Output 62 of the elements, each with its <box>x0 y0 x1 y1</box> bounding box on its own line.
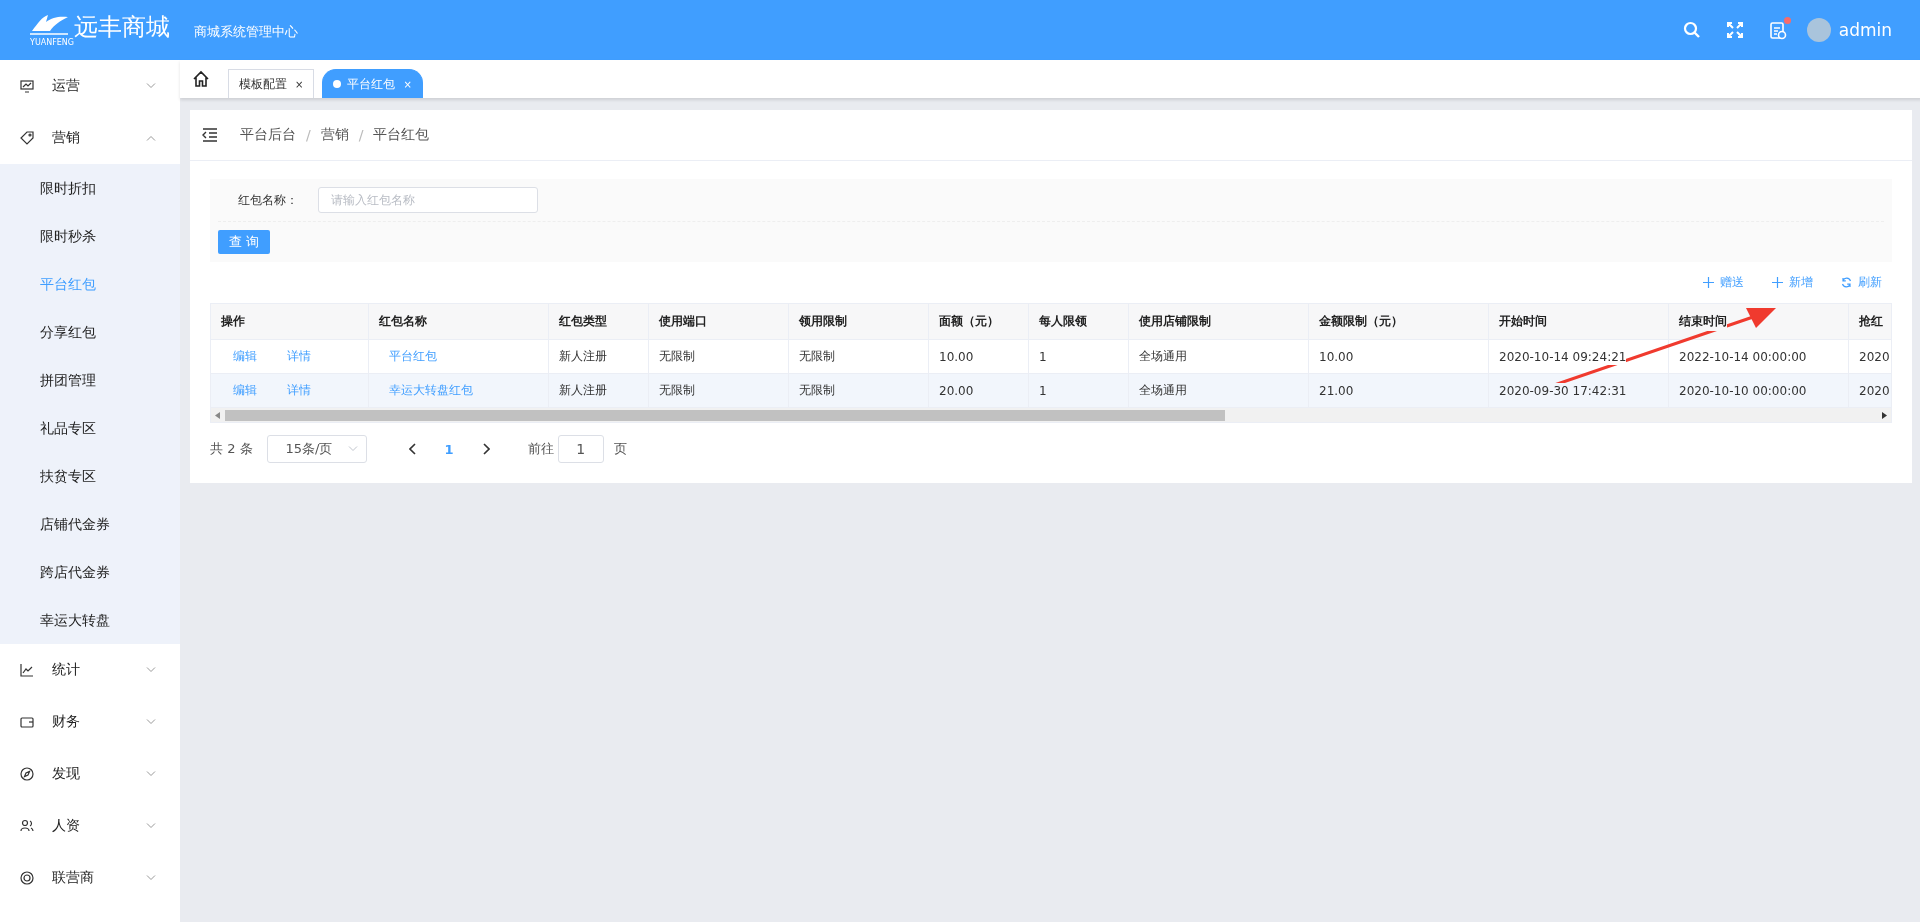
page-size-select[interactable]: 15条/页 <box>266 435 367 463</box>
chevron-icon <box>347 446 358 452</box>
submenu-item[interactable]: 限时秒杀 <box>0 212 180 260</box>
people-icon <box>20 819 34 833</box>
submenu-item[interactable]: 分享红包 <box>0 308 180 356</box>
wallet-icon <box>20 715 34 729</box>
logo-text: 远丰商城 <box>74 13 170 41</box>
submenu-item[interactable]: 限时折扣 <box>0 164 180 212</box>
next-page-icon[interactable] <box>481 443 490 455</box>
chevron-icon <box>146 135 156 141</box>
chevron-icon <box>146 719 156 725</box>
name-input-field[interactable]: 请输入红包名称 <box>318 187 538 213</box>
compass-icon <box>20 767 34 781</box>
menu-item[interactable]: 营销 <box>0 112 180 164</box>
plus-icon <box>1772 277 1783 288</box>
chart-icon <box>20 663 34 677</box>
logo-caption: YUANFENG <box>30 38 76 47</box>
chevron-icon <box>146 667 156 673</box>
submenu-item[interactable]: 幸运大转盘 <box>0 596 180 644</box>
submenu-item[interactable]: 店铺代金券 <box>0 500 180 548</box>
field-label: 红包名称： <box>238 191 299 209</box>
menu-item[interactable]: 财务 <box>0 696 180 748</box>
breadcrumb-separator: / <box>358 127 364 143</box>
menu-item[interactable]: 发现 <box>0 748 180 800</box>
chevron-icon <box>146 875 156 881</box>
breadcrumb-item[interactable]: 平台红包 <box>373 126 430 144</box>
column-header: 结束时间 <box>1679 312 1727 331</box>
goto-label: 前往 <box>527 440 554 458</box>
tab[interactable]: 模板配置 × <box>228 69 315 98</box>
chevron-icon <box>146 771 156 777</box>
menu-item[interactable]: 统计 <box>0 644 180 696</box>
breadcrumb-item[interactable]: 平台后台 <box>240 126 296 144</box>
page-suffix: 页 <box>613 440 627 458</box>
page-input-field[interactable]: 1 <box>557 435 604 463</box>
submenu-item[interactable]: 跨店代金券 <box>0 548 180 596</box>
target-icon <box>20 871 34 885</box>
home-icon[interactable] <box>192 70 210 88</box>
chevron-icon <box>146 823 156 829</box>
search-icon[interactable] <box>1682 21 1701 39</box>
column-header: 每人限领 <box>1039 312 1087 331</box>
chevron-icon <box>146 83 156 89</box>
monitor-icon <box>20 79 34 93</box>
refresh-icon <box>1841 277 1852 288</box>
submenu-item[interactable]: 礼品专区 <box>0 404 180 452</box>
menu-item[interactable]: 联营商 <box>0 852 180 904</box>
submenu-item[interactable]: 拼团管理 <box>0 356 180 404</box>
menu-item[interactable]: 运营 <box>0 60 180 112</box>
tag-icon <box>20 131 34 145</box>
fullscreen-icon[interactable] <box>1726 22 1743 38</box>
scroll-left-icon[interactable] <box>215 411 221 419</box>
horizontal-scrollbar[interactable] <box>211 408 1891 422</box>
submenu-item[interactable]: 扶贫专区 <box>0 452 180 500</box>
menu-item[interactable]: 人资 <box>0 800 180 852</box>
previous-page-icon[interactable] <box>408 443 417 455</box>
scroll-right-icon[interactable] <box>1881 411 1887 419</box>
total-count: 共 2 条 <box>210 440 253 458</box>
collapse-menu-icon[interactable] <box>202 128 218 142</box>
breadcrumb-item[interactable]: 营销 <box>320 126 349 144</box>
plus-icon <box>1703 277 1714 288</box>
table-cell: 2020-09-30 17:42:31 <box>1499 382 1627 399</box>
breadcrumb-separator: / <box>306 127 311 143</box>
system-title: 商城系统管理中心 <box>194 23 298 41</box>
